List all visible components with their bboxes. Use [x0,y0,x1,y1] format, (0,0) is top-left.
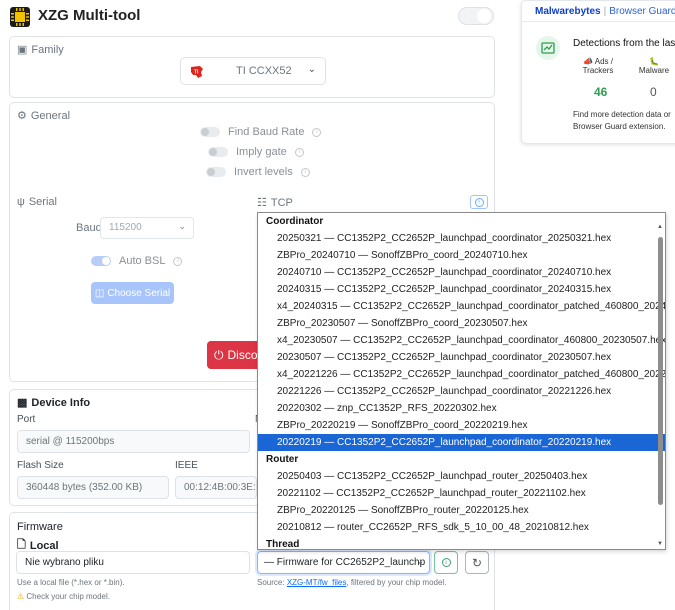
ads-trackers-label: 📣 Ads / Trackers [582,57,614,75]
dropdown-option[interactable]: 20240710 — CC1352P2_CC2652P_launchpad_co… [258,264,665,281]
baud-select[interactable]: 115200 ⌄ [100,217,194,239]
invert-levels-switch[interactable] [206,167,226,177]
dropdown-option[interactable]: 20240315 — CC1352P2_CC2652P_launchpad_co… [258,281,665,298]
info-icon[interactable]: i [173,256,183,266]
info-icon[interactable]: i [312,127,322,137]
check-chip-hint: ⚠ Check your chip model. [17,592,110,601]
ads-trackers-value: 46 [594,85,608,99]
dropdown-option[interactable]: 20220302 — znp_CC1352P_RFS_20220302.hex [258,400,665,417]
flash-size-field: 360448 bytes (352.00 KB) [17,476,169,499]
dropdown-group-label: Router [266,454,299,465]
dropdown-option[interactable]: 20230507 — CC1352P2_CC2652P_launchpad_co… [258,349,665,366]
family-select[interactable]: TI TI CCXX52 ⌄ [180,57,326,85]
refresh-button[interactable]: ↻ [465,551,489,574]
toggle-imply-gate[interactable]: Imply gate i [208,146,304,158]
mb-footer: Find more detection data or Browser Guard… [573,110,671,131]
chip-icon: ▩ [17,397,28,409]
theme-toggle[interactable]: ☾ [458,7,494,25]
scroll-up-arrow-icon[interactable]: ▲ [657,224,663,230]
usb-icon: ψ [17,196,25,208]
toggle-invert-levels[interactable]: Invert levels i [206,166,310,178]
megaphone-icon: 📣 [583,57,593,66]
local-file-input[interactable]: Nie wybrano pliku [16,551,250,574]
family-value: TI CCXX52 [236,65,292,77]
family-heading: ▣ Family [17,43,64,57]
dropdown-option[interactable]: ZBPro_20240710 — SonoffZBPro_coord_20240… [258,247,665,264]
auto-bsl-switch[interactable] [91,256,111,266]
dropdown-option[interactable]: 20221226 — CC1352P2_CC2652P_launchpad_co… [258,383,665,400]
dropdown-option[interactable]: 20220219 — CC1352P2_CC2652P_launchpad_co… [258,434,665,451]
ieee-label: IEEE [175,460,198,471]
general-heading: ⚙ General [17,109,71,123]
mb-title: Detections from the last [573,38,675,49]
toggle-find-baud[interactable]: Find Baud Rate i [200,126,322,138]
firmware-select[interactable]: — Firmware for CC2652P2_launchp ⌄ [257,551,430,574]
info-icon: i [474,197,484,207]
tcp-heading: ☷ TCP [257,196,293,210]
dropdown-option[interactable]: x4_20230507 — CC1352P2_CC2652P_launchpad… [258,332,665,349]
flash-size-label: Flash Size [17,460,64,471]
dropdown-scrollbar[interactable] [658,237,663,505]
tcp-info-button[interactable]: i [470,195,488,209]
ieee-field: 00:12:4B:00:3E:5C: [175,476,257,499]
app-title: XZG Multi-tool [38,7,141,24]
mb-header: Malwarebytes | Browser Guard [535,6,675,17]
malware-value: 0 [650,85,657,99]
imply-gate-switch[interactable] [208,147,228,157]
bug-icon: 🐛 [649,57,659,66]
firmware-heading: Firmware [17,521,63,533]
svg-text:TI: TI [194,70,199,76]
plug-icon: ◫ [94,287,105,299]
firmware-info-button[interactable]: i [434,551,458,574]
port-field: serial @ 115200bps [17,430,250,453]
source-link[interactable]: XZG-MT/fw_files [287,578,347,587]
dropdown-option[interactable]: ZBPro_20230507 — SonoffZBPro_coord_20230… [258,315,665,332]
power-icon: ⏻ [214,347,224,362]
dropdown-option[interactable]: 20221102 — CC1352P2_CC2652P_launchpad_ro… [258,485,665,502]
toggle-auto-bsl[interactable]: Auto BSL i [91,255,183,267]
dropdown-option[interactable]: 20250321 — CC1352P2_CC2652P_launchpad_co… [258,230,665,247]
refresh-icon: ↻ [471,555,483,570]
choose-serial-button[interactable]: ◫ Choose Serial [91,282,174,304]
serial-heading: ψ Serial [17,196,57,208]
port-label: Port [17,414,36,425]
ti-logo-icon: TI [191,66,203,78]
dropdown-option[interactable]: 20210812 — router_CC2652P_RFS_sdk_5_10_0… [258,519,665,536]
chevron-down-icon: ⌄ [178,221,186,231]
family-card: ▣ Family TI TI CCXX52 ⌄ [9,36,495,98]
chip-logo-icon [10,7,30,27]
info-icon: i [441,558,451,567]
local-hint: Use a local file (*.hex or *.bin). [17,578,125,587]
dropdown-option[interactable]: ZBPro_20220125 — SonoffZBPro_router_2022… [258,502,665,519]
gear-icon: ⚙ [17,110,27,122]
dropdown-option[interactable]: 20250403 — CC1352P2_CC2652P_launchpad_ro… [258,468,665,485]
dropdown-group-label: Coordinator [266,216,324,227]
chart-check-icon [536,36,560,60]
dropdown-option[interactable]: x4_20221226 — CC1352P2_CC2652P_launchpad… [258,366,665,383]
firmware-dropdown-list[interactable]: Coordinator 20250321 — CC1352P2_CC2652P_l… [257,212,666,550]
cpu-icon: ▣ [17,44,28,56]
app-header: XZG Multi-tool ☾ [0,0,505,34]
find-baud-switch[interactable] [200,127,220,137]
info-icon[interactable]: i [294,147,304,157]
device-info-heading: ▩ Device Info [17,396,91,410]
source-hint: Source: XZG-MT/fw_files, filtered by you… [257,578,447,587]
dropdown-option[interactable]: x4_20240315 — CC1352P2_CC2652P_launchpad… [258,298,665,315]
scroll-down-arrow-icon[interactable]: ▼ [657,541,663,547]
baud-label: Baud [76,222,102,234]
dropdown-option[interactable]: ZBPro_20220219 — SonoffZBPro_coord_20220… [258,417,665,434]
chevron-down-icon: ⌄ [307,64,316,75]
info-icon[interactable]: i [300,167,310,177]
malwarebytes-popup: Malwarebytes | Browser Guard Detections fr… [521,0,675,144]
warning-icon: ⚠ [17,592,25,601]
dropdown-group-label: Thread [266,539,300,550]
network-icon: ☷ [257,197,267,209]
chevron-down-icon: ⌄ [416,556,424,566]
malware-label: 🐛 Malware [638,57,670,75]
